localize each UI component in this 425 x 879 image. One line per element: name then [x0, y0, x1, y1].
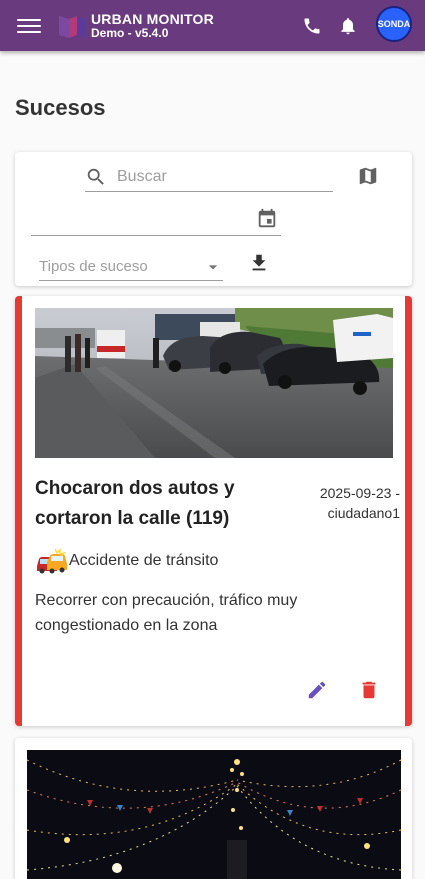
event-photo [27, 750, 401, 879]
event-date: 2025-09-23 - [319, 485, 400, 501]
event-type-label: Accidente de tránsito [69, 552, 219, 569]
search-icon [85, 166, 107, 188]
chevron-down-icon [203, 257, 223, 277]
edit-icon[interactable] [305, 678, 329, 702]
date-field[interactable] [31, 207, 281, 236]
brand-name: URBAN MONITOR [91, 10, 214, 27]
event-title: Chocaron dos autos y cortaron la calle (… [35, 478, 235, 529]
event-card[interactable] [15, 738, 412, 879]
calendar-icon[interactable] [255, 207, 279, 231]
event-type-placeholder: Tipos de suceso [39, 258, 148, 275]
event-type: Accidente de tránsito [35, 548, 218, 574]
delete-icon[interactable] [357, 678, 381, 702]
event-photo [35, 308, 393, 458]
app-bar: URBAN MONITOR Demo - v5.4.0 SONDA [0, 0, 425, 51]
map-icon[interactable] [356, 164, 380, 188]
car-crash-icon [35, 548, 67, 574]
avatar[interactable]: SONDA [376, 6, 412, 42]
search-input[interactable] [117, 167, 317, 186]
event-user: ciudadano1 [327, 505, 400, 521]
search-field[interactable] [85, 162, 333, 192]
bell-icon[interactable] [336, 14, 360, 38]
page-title: Sucesos [15, 95, 106, 120]
filter-card: Tipos de suceso [15, 152, 412, 286]
brand: URBAN MONITOR Demo - v5.4.0 [91, 12, 214, 40]
download-icon[interactable] [247, 251, 271, 275]
phone-icon[interactable] [300, 14, 324, 38]
app-logo [59, 14, 85, 38]
menu-icon[interactable] [17, 16, 41, 36]
event-description: Recorrer con precaución, tráfico muy con… [35, 592, 298, 634]
app-version: Demo - v5.4.0 [91, 25, 169, 40]
event-meta: 2025-09-23 - ciudadano1 [300, 483, 400, 523]
event-card[interactable]: Chocaron dos autos y cortaron la calle (… [15, 296, 412, 726]
event-type-select[interactable]: Tipos de suceso [39, 253, 223, 281]
